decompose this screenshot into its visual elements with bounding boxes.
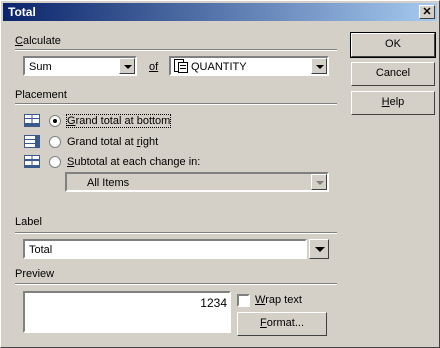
label-dropdown-button[interactable] <box>309 239 329 259</box>
placement-separator <box>15 103 337 105</box>
preview-separator <box>15 283 337 285</box>
close-button[interactable]: ✕ <box>419 5 435 19</box>
chevron-down-icon[interactable] <box>311 58 327 74</box>
calculate-separator <box>15 49 337 51</box>
field-value: QUANTITY <box>191 61 247 73</box>
label-heading: Label <box>15 216 42 228</box>
preview-box: 1234 <box>23 291 231 333</box>
close-icon: ✕ <box>422 6 432 18</box>
field-icon <box>174 59 188 73</box>
of-label: of <box>149 61 159 73</box>
grand-total-bottom-icon <box>24 114 40 127</box>
dialog-title: Total <box>8 5 36 19</box>
preview-value: 1234 <box>200 296 227 310</box>
function-dropdown[interactable]: Sum <box>23 56 137 76</box>
grand-total-right-icon <box>24 135 40 148</box>
radio-grand-total-right[interactable] <box>49 136 61 148</box>
ok-button[interactable]: OK <box>350 32 436 58</box>
grand-total-bottom-label[interactable]: Grand total at bottom <box>65 114 172 128</box>
subtotal-dropdown: All Items <box>65 172 329 192</box>
preview-heading: Preview <box>15 268 55 280</box>
subtotal-icon <box>24 155 40 168</box>
cancel-button[interactable]: Cancel <box>351 62 435 86</box>
placement-heading: Placement <box>15 89 67 101</box>
chevron-down-icon[interactable] <box>119 58 135 74</box>
calculate-heading: Calculate <box>15 35 61 47</box>
total-dialog: Total ✕ Calculate Sum of QUANTITY Placem… <box>0 0 440 348</box>
subtotal-label[interactable]: Subtotal at each change in: <box>67 156 200 168</box>
field-dropdown[interactable]: QUANTITY <box>169 56 329 76</box>
chevron-down-icon <box>311 174 327 190</box>
label-separator <box>15 232 337 234</box>
function-value: Sum <box>29 61 52 73</box>
wrap-text-label[interactable]: Wrap text <box>255 294 302 306</box>
label-value: Total <box>29 244 53 256</box>
wrap-text-checkbox[interactable] <box>237 294 250 307</box>
grand-total-right-label[interactable]: Grand total at right <box>67 136 158 148</box>
subtotal-value: All Items <box>87 177 130 189</box>
radio-grand-total-bottom[interactable] <box>49 115 61 127</box>
radio-subtotal[interactable] <box>49 156 61 168</box>
label-input[interactable]: Total <box>23 239 307 259</box>
title-bar: Total ✕ <box>3 3 437 21</box>
chevron-down-icon <box>315 247 325 252</box>
help-button[interactable]: Help <box>351 91 435 115</box>
format-button[interactable]: Format... <box>237 312 327 336</box>
